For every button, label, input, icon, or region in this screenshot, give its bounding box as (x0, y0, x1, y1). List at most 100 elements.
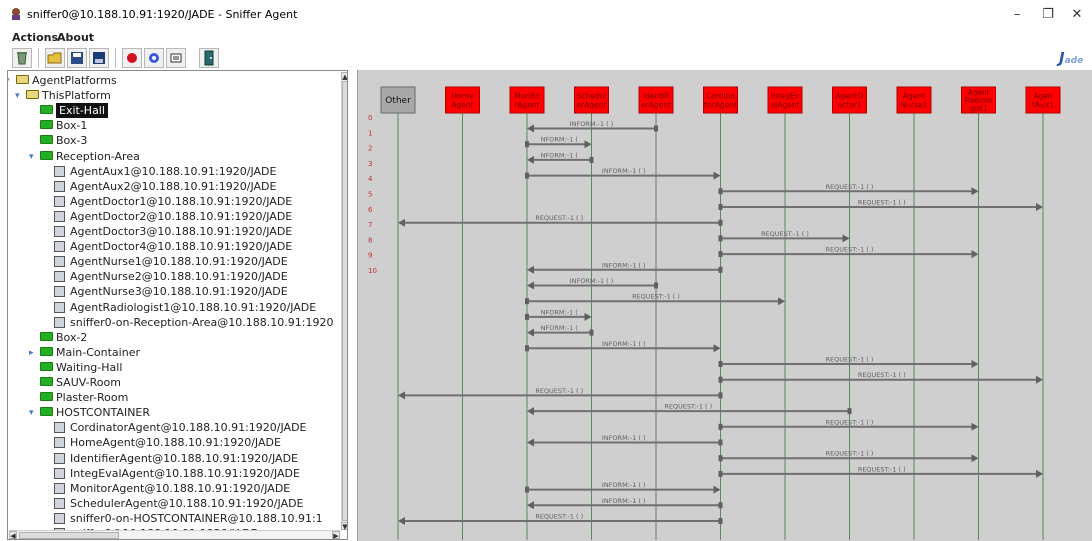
tree-horizontal-scroll-thumb[interactable] (19, 532, 119, 539)
tree-container-node[interactable]: Box-3 (8, 133, 340, 148)
message-arrow[interactable]: REQUEST:-1 ( ) (718, 246, 979, 259)
tree-container-node[interactable]: ▾ HOSTCONTAINER (8, 405, 340, 420)
save-text-icon[interactable] (89, 48, 109, 68)
message-arrow[interactable]: REQUEST:-1 ( ) (718, 183, 979, 196)
message-arrow[interactable]: INFORM:-1 ( ) (527, 120, 658, 133)
tree-agent-node[interactable]: IdentifierAgent@10.188.10.91:1920/JADE (8, 451, 340, 466)
tree-container-node[interactable]: Plaster-Room (8, 390, 340, 405)
agent-box[interactable]: IdentifIerAgent (638, 86, 674, 114)
tree-agent-node[interactable]: AgentDoctor2@10.188.10.91:1920/JADE (8, 209, 340, 224)
tree-node-label: AgentRadiologist1@10.188.10.91:1920/JADE (70, 300, 317, 314)
tree-agent-node[interactable]: MonitorAgent@10.188.10.91:1920/JADE (8, 481, 340, 496)
collapse-toggle-icon[interactable]: ▾ (15, 89, 23, 104)
tree-agent-node[interactable]: SchedulerAgent@10.188.10.91:1920/JADE (8, 496, 340, 511)
message-arrow[interactable]: REQUEST:-1 ( ) (718, 199, 1044, 212)
message-arrow[interactable]: REQUEST:-1 ( ) (718, 356, 979, 369)
tree-node-label: Reception-Area (56, 149, 140, 163)
tree-agent-node[interactable]: AgentNurse2@10.188.10.91:1920/JADE (8, 269, 340, 284)
message-arrow[interactable]: INFORM:-1 ( ) (527, 497, 723, 510)
agent-box[interactable]: AgentRadiologist1 (961, 86, 996, 114)
sniff-off-icon[interactable] (144, 48, 164, 68)
tree-agent-node[interactable]: sniffer0-on-Reception-Area@10.188.10.91:… (8, 315, 340, 330)
close-button[interactable]: ✕ (1066, 6, 1088, 24)
message-arrow[interactable]: INFORM:-1 ( ) (525, 340, 721, 353)
tree-agent-node[interactable]: sniffer0-on-HOSTCONTAINER@10.188.10.91:1 (8, 511, 340, 526)
tree-container-node[interactable]: ▾ Reception-Area (8, 149, 340, 164)
message-arrow[interactable]: REQUEST:-1 ( ) (718, 450, 979, 463)
tree-agent-node[interactable]: AgentNurse3@10.188.10.91:1920/JADE (8, 284, 340, 299)
tree-agent-node[interactable]: AgentDoctor1@10.188.10.91:1920/JADE (8, 194, 340, 209)
message-arrow[interactable]: REQUEST:-1 ( ) (718, 465, 1044, 478)
folder-icon (40, 407, 53, 417)
message-row-number: 8 (368, 236, 372, 244)
tree-container-node[interactable]: Exit-Hall (8, 103, 340, 119)
tree-agent-node[interactable]: AgentAux2@10.188.10.91:1920/JADE (8, 179, 340, 194)
sniff-on-icon[interactable] (122, 48, 142, 68)
maximize-button[interactable]: ❐ (1037, 6, 1059, 24)
open-file-icon[interactable] (45, 48, 65, 68)
message-arrow[interactable]: NFORM:-1 ( (527, 151, 594, 164)
tree-agent-node[interactable]: AgentAux1@10.188.10.91:1920/JADE (8, 164, 340, 179)
agent-box[interactable]: AgentAux1 (1025, 86, 1061, 114)
message-info-icon[interactable] (166, 48, 186, 68)
message-arrow[interactable]: REQUEST:-1 ( ) (398, 214, 723, 227)
tree-container-node[interactable]: ▾ AgentPlatforms (8, 73, 340, 88)
message-arrow[interactable]: REQUEST:-1 ( ) (398, 513, 723, 526)
scroll-down-arrow-icon[interactable]: ▼ (341, 522, 347, 531)
message-arrow[interactable]: NFORM:-1 ( (525, 308, 592, 321)
tree-agent-node[interactable]: AgentDoctor4@10.188.10.91:1920/JADE (8, 239, 340, 254)
message-arrow[interactable]: INFORM:-1 ( ) (525, 167, 721, 180)
tree-agent-node[interactable]: CordinatorAgent@10.188.10.91:1920/JADE (8, 420, 340, 435)
agent-box[interactable]: MonitorAgent (509, 86, 545, 114)
exit-icon[interactable] (199, 48, 219, 68)
message-arrow[interactable]: REQUEST:-1 ( ) (398, 387, 723, 400)
message-arrow[interactable]: NFORM:-1 ( (527, 324, 594, 337)
agent-box[interactable]: SchedulerAgent (574, 86, 609, 114)
agent-box[interactable]: HomeAgent (445, 86, 480, 114)
collapse-toggle-icon[interactable]: ▾ (29, 406, 37, 421)
tree-container-node[interactable]: ▾ ThisPlatform (8, 88, 340, 103)
minimize-button[interactable]: – (1006, 6, 1028, 24)
arrowhead-icon (971, 422, 979, 431)
save-file-icon[interactable] (67, 48, 87, 68)
tree-container-node[interactable]: Waiting-Hall (8, 360, 340, 375)
agent-box[interactable]: Other (380, 86, 416, 114)
agent-box[interactable]: IntegEvalAgent (767, 86, 803, 114)
tree-agent-node[interactable]: AgentNurse1@10.188.10.91:1920/JADE (8, 254, 340, 269)
collapse-toggle-icon[interactable]: ▾ (8, 74, 13, 89)
tree-container-node[interactable]: SAUV-Room (8, 375, 340, 390)
message-arrow[interactable]: INFORM:-1 ( ) (527, 277, 658, 290)
message-arrow[interactable]: REQUEST:-1 ( ) (527, 403, 852, 416)
clear-canvas-icon[interactable] (12, 48, 32, 68)
scroll-left-arrow-icon[interactable]: ◀ (9, 531, 17, 539)
agent-box[interactable]: AgentDoctor1 (832, 86, 867, 114)
message-arrow[interactable]: REQUEST:-1 ( ) (525, 293, 785, 306)
tree-horizontal-scrollbar[interactable]: ◀ ▶ (9, 530, 341, 539)
message-arrow[interactable]: INFORM:-1 ( ) (525, 481, 721, 494)
tree-vertical-scrollbar[interactable]: ▲ ▼ (341, 72, 347, 531)
tree-container-node[interactable]: Box-1 (8, 118, 340, 133)
message-arrow[interactable]: NFORM:-1 ( (525, 136, 592, 149)
folder-icon (40, 331, 53, 341)
message-arrow[interactable]: INFORM:-1 ( ) (527, 261, 723, 274)
message-arrow[interactable]: REQUEST:-1 ( ) (718, 371, 1044, 384)
agent-box[interactable]: AgentNurse1 (896, 86, 932, 114)
menu-about[interactable]: About (57, 31, 94, 44)
scroll-up-arrow-icon[interactable]: ▲ (341, 72, 347, 81)
tree-agent-node[interactable]: HomeAgent@10.188.10.91:1920/JADE (8, 435, 340, 450)
agent-box[interactable]: CordinatorAgent (703, 86, 738, 114)
tree-container-node[interactable]: Box-2 (8, 330, 340, 345)
tree-node-label: SAUV-Room (56, 376, 121, 389)
collapse-toggle-icon[interactable]: ▾ (29, 150, 37, 165)
tree-agent-node[interactable]: AgentDoctor3@10.188.10.91:1920/JADE (8, 224, 340, 239)
message-arrow[interactable]: REQUEST:-1 ( ) (718, 230, 850, 243)
message-arrow[interactable]: INFORM:-1 ( ) (527, 434, 723, 447)
tree-container-node[interactable]: ▸ Main-Container (8, 345, 340, 360)
menu-actions[interactable]: Actions (12, 31, 58, 44)
tree-agent-node[interactable]: IntegEvalAgent@10.188.10.91:1920/JADE (8, 466, 340, 481)
expand-toggle-icon[interactable]: ▸ (29, 346, 37, 361)
scroll-right-arrow-icon[interactable]: ▶ (332, 531, 340, 539)
message-arrow[interactable]: REQUEST:-1 ( ) (718, 418, 979, 431)
panel-splitter[interactable] (348, 70, 357, 540)
tree-agent-node[interactable]: AgentRadiologist1@10.188.10.91:1920/JADE (8, 300, 340, 315)
